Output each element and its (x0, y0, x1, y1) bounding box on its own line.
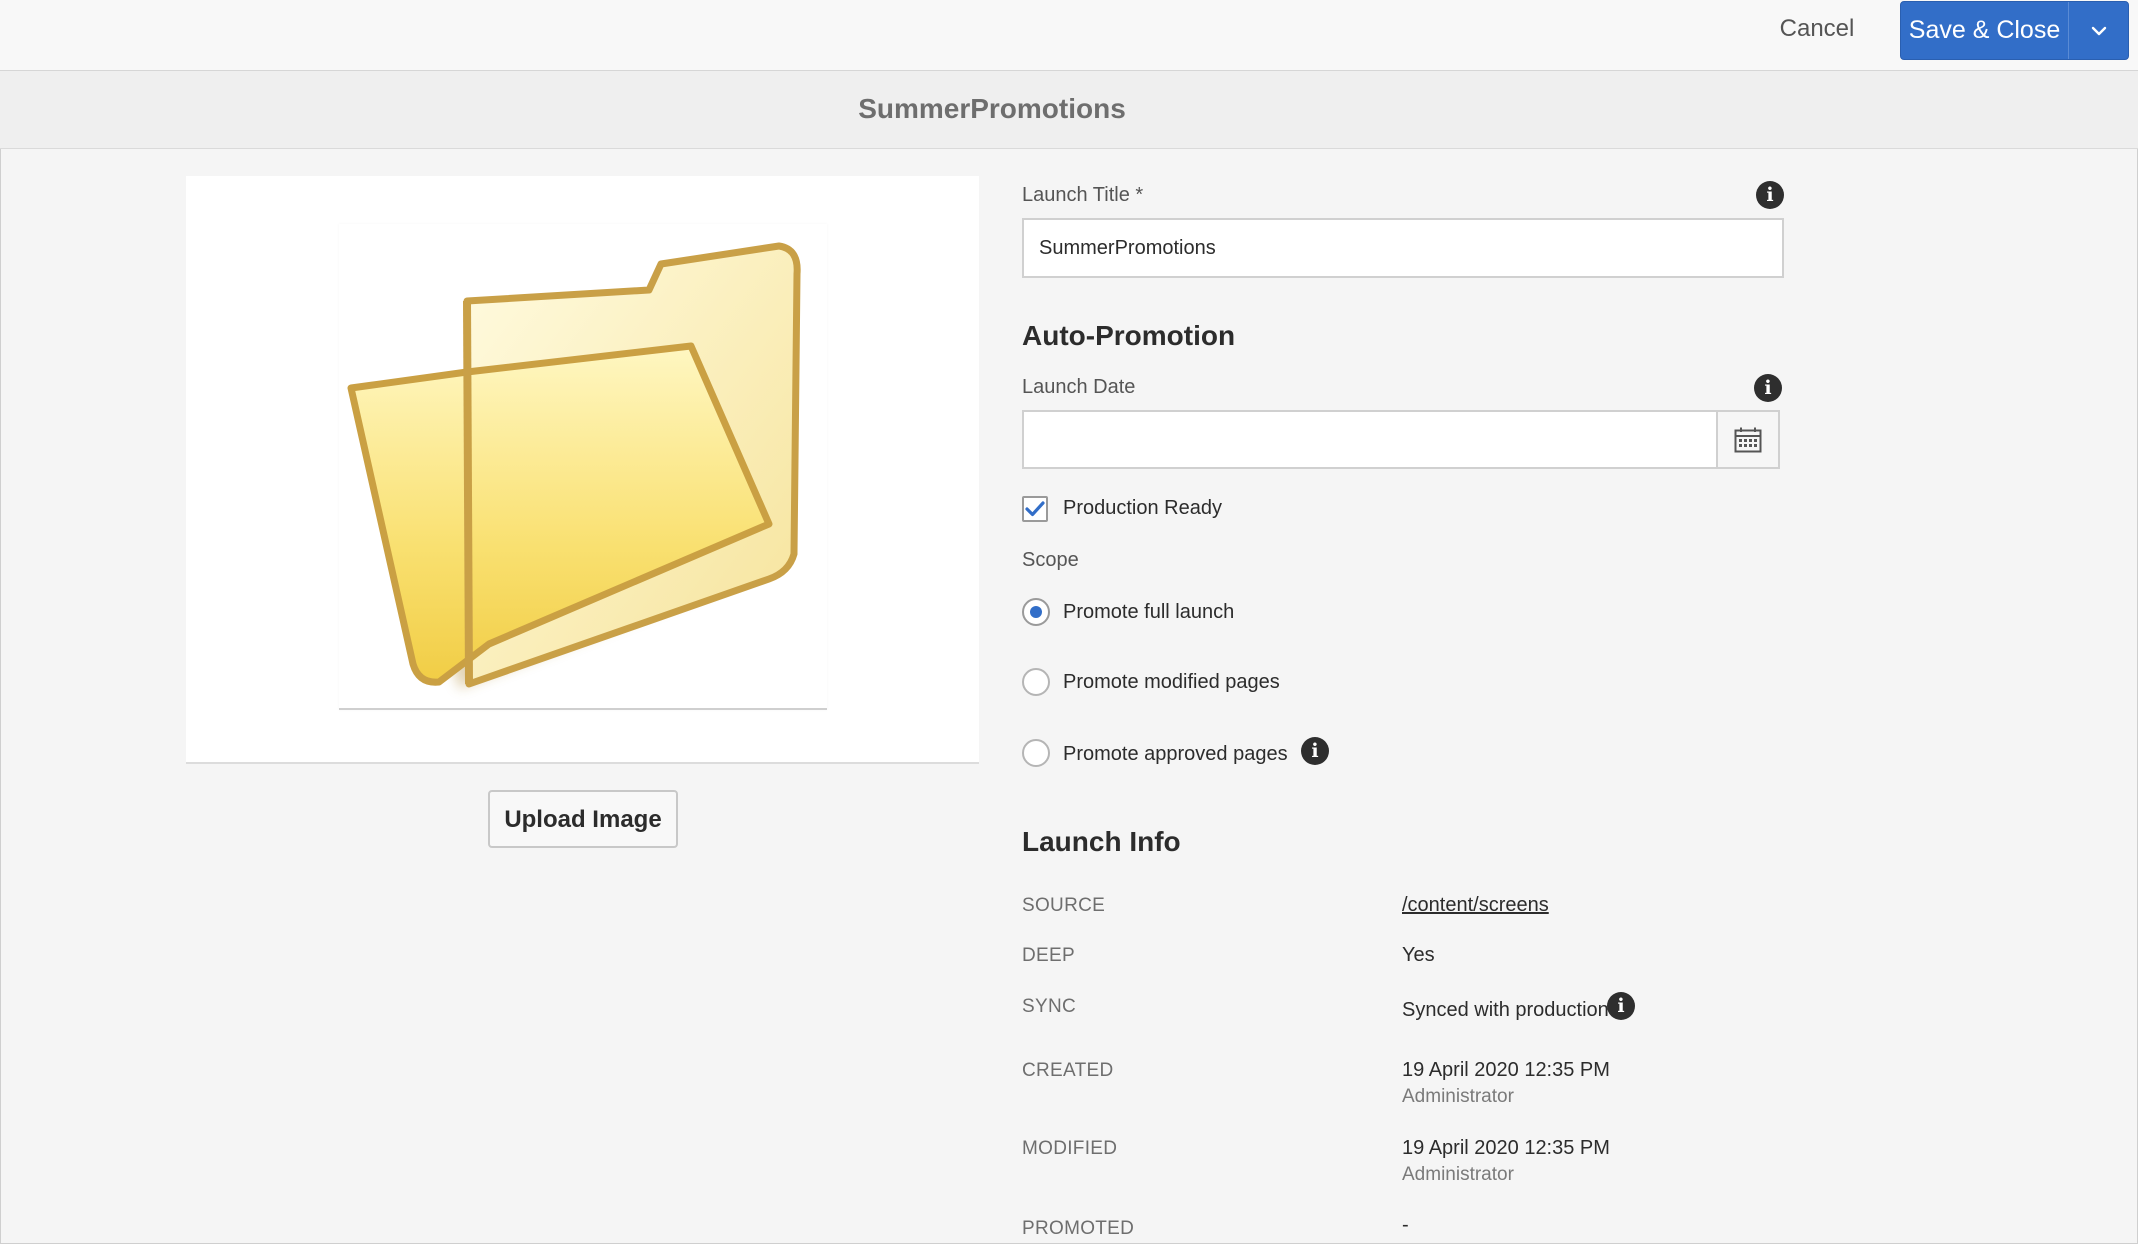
action-bar: Cancel Save & Close (0, 0, 2138, 71)
info-value-sync: Synced with production (1402, 999, 1609, 1021)
info-key-sync: SYNC (1022, 996, 1076, 1017)
info-icon[interactable]: i (1607, 992, 1635, 1020)
launch-title-label: Launch Title * (1022, 184, 1144, 206)
info-value-deep: Yes (1402, 944, 1435, 966)
save-close-button[interactable]: Save & Close (1901, 2, 2068, 59)
info-key-modified: MODIFIED (1022, 1138, 1118, 1159)
info-icon[interactable]: i (1754, 374, 1782, 402)
launch-title-input[interactable] (1022, 218, 1784, 278)
info-key-deep: DEEP (1022, 945, 1075, 966)
chevron-down-icon (2091, 26, 2106, 35)
info-icon[interactable]: i (1756, 181, 1784, 209)
page-title: SummerPromotions (858, 93, 1126, 124)
thumbnail-image (339, 224, 827, 710)
scope-label: Scope (1022, 549, 1079, 571)
info-sub-modified: Administrator (1402, 1164, 1514, 1185)
title-band: SummerPromotions (0, 71, 2138, 149)
radio-promote-full-launch[interactable] (1022, 598, 1050, 626)
radio-selected-dot (1030, 606, 1042, 618)
folder-icon (347, 242, 801, 689)
production-ready-label: Production Ready (1063, 497, 1222, 519)
launch-info-heading: Launch Info (1022, 826, 1181, 857)
promote-approved-pages-label: Promote approved pages (1063, 743, 1288, 765)
auto-promotion-heading: Auto-Promotion (1022, 320, 1236, 351)
upload-image-button[interactable]: Upload Image (488, 790, 678, 848)
info-value-promoted: - (1402, 1214, 1409, 1236)
info-value-created: 19 April 2020 12:35 PM (1402, 1059, 1610, 1081)
info-sub-created: Administrator (1402, 1086, 1514, 1107)
promote-modified-pages-label: Promote modified pages (1063, 671, 1280, 693)
info-key-created: CREATED (1022, 1060, 1114, 1081)
checkmark-icon (1025, 501, 1045, 517)
info-icon[interactable]: i (1301, 737, 1329, 765)
calendar-button[interactable] (1716, 410, 1780, 469)
source-link[interactable]: /content/screens (1402, 894, 1549, 917)
save-button-group: Save & Close (1900, 1, 2129, 60)
info-value-modified: 19 April 2020 12:35 PM (1402, 1137, 1610, 1159)
thumbnail-card (186, 176, 979, 764)
promote-full-launch-label: Promote full launch (1063, 601, 1235, 623)
calendar-icon (1734, 427, 1762, 452)
info-key-promoted: PROMOTED (1022, 1218, 1135, 1239)
cancel-button[interactable]: Cancel (1762, 10, 1872, 48)
save-options-toggle[interactable] (2069, 2, 2128, 59)
radio-promote-modified-pages[interactable] (1022, 668, 1050, 696)
launch-date-label: Launch Date (1022, 376, 1136, 398)
production-ready-checkbox[interactable] (1022, 496, 1048, 522)
launch-date-input[interactable] (1022, 410, 1718, 469)
radio-promote-approved-pages[interactable] (1022, 739, 1050, 767)
info-key-source: SOURCE (1022, 895, 1106, 916)
